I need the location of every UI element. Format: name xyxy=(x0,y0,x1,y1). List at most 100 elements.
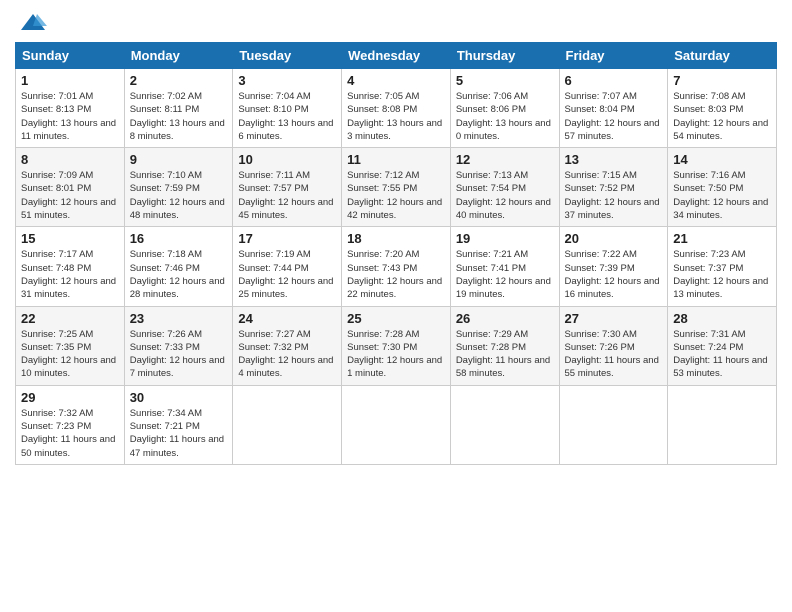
day-info: Sunrise: 7:29 AMSunset: 7:28 PMDaylight:… xyxy=(456,328,554,381)
day-info: Sunrise: 7:13 AMSunset: 7:54 PMDaylight:… xyxy=(456,169,554,222)
day-info: Sunrise: 7:25 AMSunset: 7:35 PMDaylight:… xyxy=(21,328,119,381)
calendar-cell: 25 Sunrise: 7:28 AMSunset: 7:30 PMDayligh… xyxy=(342,306,451,385)
day-info: Sunrise: 7:23 AMSunset: 7:37 PMDaylight:… xyxy=(673,248,771,301)
calendar-cell: 3Sunrise: 7:04 AMSunset: 8:10 PMDaylight… xyxy=(233,69,342,148)
calendar-week-4: 22 Sunrise: 7:25 AMSunset: 7:35 PMDayligh… xyxy=(16,306,777,385)
logo xyxy=(15,10,47,34)
day-number: 20 xyxy=(565,231,663,246)
day-number: 12 xyxy=(456,152,554,167)
day-info: Sunrise: 7:16 AMSunset: 7:50 PMDaylight:… xyxy=(673,169,771,222)
calendar-cell: 17Sunrise: 7:19 AMSunset: 7:44 PMDayligh… xyxy=(233,227,342,306)
calendar-cell: 19 Sunrise: 7:21 AMSunset: 7:41 PMDayligh… xyxy=(450,227,559,306)
calendar-cell: 9 Sunrise: 7:10 AMSunset: 7:59 PMDaylight… xyxy=(124,148,233,227)
day-number: 6 xyxy=(565,73,663,88)
calendar-cell: 21 Sunrise: 7:23 AMSunset: 7:37 PMDayligh… xyxy=(668,227,777,306)
day-info: Sunrise: 7:07 AMSunset: 8:04 PMDaylight:… xyxy=(565,90,663,143)
day-number: 2 xyxy=(130,73,228,88)
calendar: Sunday Monday Tuesday Wednesday Thursday… xyxy=(15,42,777,465)
calendar-cell: 13 Sunrise: 7:15 AMSunset: 7:52 PMDayligh… xyxy=(559,148,668,227)
day-number: 5 xyxy=(456,73,554,88)
calendar-cell: 12 Sunrise: 7:13 AMSunset: 7:54 PMDayligh… xyxy=(450,148,559,227)
calendar-cell xyxy=(559,385,668,464)
day-info: Sunrise: 7:01 AMSunset: 8:13 PMDaylight:… xyxy=(21,90,119,143)
day-info: Sunrise: 7:30 AMSunset: 7:26 PMDaylight:… xyxy=(565,328,663,381)
header xyxy=(15,10,777,34)
day-number: 14 xyxy=(673,152,771,167)
day-info: Sunrise: 7:32 AMSunset: 7:23 PMDaylight:… xyxy=(21,407,119,460)
day-info: Sunrise: 7:05 AMSunset: 8:08 PMDaylight:… xyxy=(347,90,445,143)
day-info: Sunrise: 7:21 AMSunset: 7:41 PMDaylight:… xyxy=(456,248,554,301)
calendar-cell: 1Sunrise: 7:01 AMSunset: 8:13 PMDaylight… xyxy=(16,69,125,148)
calendar-cell: 5Sunrise: 7:06 AMSunset: 8:06 PMDaylight… xyxy=(450,69,559,148)
day-info: Sunrise: 7:31 AMSunset: 7:24 PMDaylight:… xyxy=(673,328,771,381)
day-info: Sunrise: 7:15 AMSunset: 7:52 PMDaylight:… xyxy=(565,169,663,222)
day-number: 13 xyxy=(565,152,663,167)
day-number: 21 xyxy=(673,231,771,246)
day-number: 24 xyxy=(238,311,336,326)
calendar-cell: 8Sunrise: 7:09 AMSunset: 8:01 PMDaylight… xyxy=(16,148,125,227)
page: Sunday Monday Tuesday Wednesday Thursday… xyxy=(0,0,792,612)
calendar-cell: 4 Sunrise: 7:05 AMSunset: 8:08 PMDaylight… xyxy=(342,69,451,148)
day-info: Sunrise: 7:02 AMSunset: 8:11 PMDaylight:… xyxy=(130,90,228,143)
day-number: 18 xyxy=(347,231,445,246)
day-number: 4 xyxy=(347,73,445,88)
day-number: 15 xyxy=(21,231,119,246)
calendar-cell: 10 Sunrise: 7:11 AMSunset: 7:57 PMDayligh… xyxy=(233,148,342,227)
calendar-cell: 18 Sunrise: 7:20 AMSunset: 7:43 PMDayligh… xyxy=(342,227,451,306)
col-wednesday: Wednesday xyxy=(342,43,451,69)
day-number: 16 xyxy=(130,231,228,246)
day-info: Sunrise: 7:22 AMSunset: 7:39 PMDaylight:… xyxy=(565,248,663,301)
calendar-header-row: Sunday Monday Tuesday Wednesday Thursday… xyxy=(16,43,777,69)
calendar-cell xyxy=(233,385,342,464)
day-number: 10 xyxy=(238,152,336,167)
day-info: Sunrise: 7:18 AMSunset: 7:46 PMDaylight:… xyxy=(130,248,228,301)
day-info: Sunrise: 7:09 AMSunset: 8:01 PMDaylight:… xyxy=(21,169,119,222)
calendar-cell: 20 Sunrise: 7:22 AMSunset: 7:39 PMDayligh… xyxy=(559,227,668,306)
calendar-cell: 23 Sunrise: 7:26 AMSunset: 7:33 PMDayligh… xyxy=(124,306,233,385)
calendar-week-3: 15 Sunrise: 7:17 AMSunset: 7:48 PMDayligh… xyxy=(16,227,777,306)
calendar-week-1: 1Sunrise: 7:01 AMSunset: 8:13 PMDaylight… xyxy=(16,69,777,148)
calendar-week-5: 29 Sunrise: 7:32 AMSunset: 7:23 PMDayligh… xyxy=(16,385,777,464)
calendar-week-2: 8Sunrise: 7:09 AMSunset: 8:01 PMDaylight… xyxy=(16,148,777,227)
col-monday: Monday xyxy=(124,43,233,69)
calendar-cell: 30 Sunrise: 7:34 AMSunset: 7:21 PMDayligh… xyxy=(124,385,233,464)
calendar-cell: 15 Sunrise: 7:17 AMSunset: 7:48 PMDayligh… xyxy=(16,227,125,306)
day-info: Sunrise: 7:11 AMSunset: 7:57 PMDaylight:… xyxy=(238,169,336,222)
day-info: Sunrise: 7:20 AMSunset: 7:43 PMDaylight:… xyxy=(347,248,445,301)
day-number: 30 xyxy=(130,390,228,405)
calendar-cell: 27 Sunrise: 7:30 AMSunset: 7:26 PMDayligh… xyxy=(559,306,668,385)
calendar-cell: 26 Sunrise: 7:29 AMSunset: 7:28 PMDayligh… xyxy=(450,306,559,385)
calendar-cell xyxy=(668,385,777,464)
col-saturday: Saturday xyxy=(668,43,777,69)
col-sunday: Sunday xyxy=(16,43,125,69)
day-info: Sunrise: 7:17 AMSunset: 7:48 PMDaylight:… xyxy=(21,248,119,301)
calendar-cell: 24Sunrise: 7:27 AMSunset: 7:32 PMDayligh… xyxy=(233,306,342,385)
day-number: 7 xyxy=(673,73,771,88)
day-number: 26 xyxy=(456,311,554,326)
day-number: 29 xyxy=(21,390,119,405)
calendar-cell: 16 Sunrise: 7:18 AMSunset: 7:46 PMDayligh… xyxy=(124,227,233,306)
day-number: 25 xyxy=(347,311,445,326)
day-info: Sunrise: 7:26 AMSunset: 7:33 PMDaylight:… xyxy=(130,328,228,381)
day-info: Sunrise: 7:34 AMSunset: 7:21 PMDaylight:… xyxy=(130,407,228,460)
col-friday: Friday xyxy=(559,43,668,69)
calendar-cell: 2 Sunrise: 7:02 AMSunset: 8:11 PMDaylight… xyxy=(124,69,233,148)
calendar-cell: 6 Sunrise: 7:07 AMSunset: 8:04 PMDaylight… xyxy=(559,69,668,148)
day-number: 22 xyxy=(21,311,119,326)
calendar-cell: 14 Sunrise: 7:16 AMSunset: 7:50 PMDayligh… xyxy=(668,148,777,227)
calendar-cell xyxy=(342,385,451,464)
col-tuesday: Tuesday xyxy=(233,43,342,69)
calendar-cell xyxy=(450,385,559,464)
day-number: 9 xyxy=(130,152,228,167)
day-number: 19 xyxy=(456,231,554,246)
day-info: Sunrise: 7:08 AMSunset: 8:03 PMDaylight:… xyxy=(673,90,771,143)
day-number: 17 xyxy=(238,231,336,246)
day-info: Sunrise: 7:28 AMSunset: 7:30 PMDaylight:… xyxy=(347,328,445,381)
day-info: Sunrise: 7:12 AMSunset: 7:55 PMDaylight:… xyxy=(347,169,445,222)
day-info: Sunrise: 7:10 AMSunset: 7:59 PMDaylight:… xyxy=(130,169,228,222)
day-number: 23 xyxy=(130,311,228,326)
calendar-cell: 28Sunrise: 7:31 AMSunset: 7:24 PMDayligh… xyxy=(668,306,777,385)
day-number: 27 xyxy=(565,311,663,326)
day-number: 3 xyxy=(238,73,336,88)
calendar-cell: 29 Sunrise: 7:32 AMSunset: 7:23 PMDayligh… xyxy=(16,385,125,464)
